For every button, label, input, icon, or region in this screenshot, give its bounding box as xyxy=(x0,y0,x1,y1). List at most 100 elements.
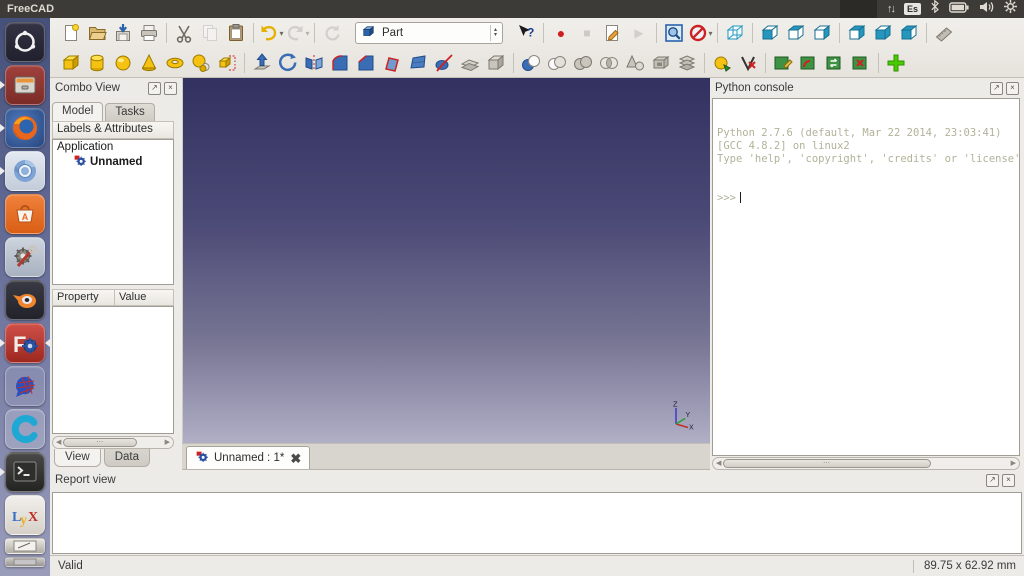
dropdown-caret-icon[interactable]: ▾ xyxy=(279,29,283,38)
3d-viewport[interactable]: ZYX xyxy=(182,78,710,443)
session-gear-icon[interactable] xyxy=(1004,0,1017,18)
workbench-selector[interactable]: Part▴▾ xyxy=(355,22,503,44)
keyboard-layout-indicator[interactable]: Es xyxy=(904,3,921,15)
part-offset-button[interactable] xyxy=(457,50,483,76)
measure-refresh-button[interactable] xyxy=(822,50,848,76)
lyx-icon[interactable]: LyX xyxy=(5,495,45,535)
panel-close-icon[interactable]: × xyxy=(1006,82,1019,95)
part-loft-button[interactable] xyxy=(405,50,431,76)
launcher-item-ubuntu-software-center[interactable]: A xyxy=(0,194,50,234)
part-common-button[interactable] xyxy=(596,50,622,76)
measure-linear-button[interactable] xyxy=(770,50,796,76)
scroll-left-icon[interactable]: ◀ xyxy=(56,438,61,448)
part-union-button[interactable] xyxy=(570,50,596,76)
part-torus-button[interactable] xyxy=(162,50,188,76)
part-compound-button[interactable] xyxy=(622,50,648,76)
measure-distance-button[interactable] xyxy=(931,20,957,46)
launcher-item-terminal[interactable] xyxy=(0,452,50,492)
launcher-item-folded-app-bottom[interactable] xyxy=(0,557,50,567)
view-axonometric-button[interactable] xyxy=(722,20,748,46)
ubuntu-software-center-icon[interactable]: A xyxy=(5,194,45,234)
launcher-item-meshlab[interactable] xyxy=(0,366,50,406)
panel-close-icon[interactable]: × xyxy=(1002,474,1015,487)
report-view-output[interactable] xyxy=(52,492,1022,554)
part-box-button[interactable] xyxy=(58,50,84,76)
paste-button[interactable] xyxy=(223,20,249,46)
folded-app-bottom-icon[interactable] xyxy=(5,557,45,567)
launcher-item-file-manager[interactable] xyxy=(0,65,50,105)
panel-float-icon[interactable]: ↗ xyxy=(986,474,999,487)
launcher-item-lyx[interactable]: LyX xyxy=(0,495,50,535)
part-revolve-button[interactable] xyxy=(275,50,301,76)
tab-view[interactable]: View xyxy=(54,449,101,467)
part-mirror-button[interactable] xyxy=(301,50,327,76)
view-front-button[interactable] xyxy=(757,20,783,46)
launcher-item-folded-app-top[interactable] xyxy=(0,538,50,554)
tab-data[interactable]: Data xyxy=(104,449,150,467)
view-rear-button[interactable] xyxy=(844,20,870,46)
tab-tasks[interactable]: Tasks xyxy=(105,103,154,121)
part-sphere-button[interactable] xyxy=(110,50,136,76)
tab-model[interactable]: Model xyxy=(52,102,103,121)
tree-item-application[interactable]: Application xyxy=(53,140,173,153)
python-console-output[interactable]: Python 2.7.6 (default, Mar 22 2014, 23:0… xyxy=(712,98,1020,456)
scroll-right-icon[interactable]: ▶ xyxy=(1011,459,1016,469)
spinner-arrows-icon[interactable]: ▴▾ xyxy=(490,25,500,41)
terminal-icon[interactable] xyxy=(5,452,45,492)
part-check-geometry-button[interactable] xyxy=(735,50,761,76)
tab-close-icon[interactable]: ✖ xyxy=(290,452,301,465)
part-slice-button[interactable] xyxy=(674,50,700,76)
part-primitives-button[interactable] xyxy=(188,50,214,76)
document-tab[interactable]: Unnamed : 1* ✖ xyxy=(186,446,310,469)
property-table-hscrollbar[interactable]: ◀ ⋯ ▶ xyxy=(52,436,174,449)
battery-icon[interactable] xyxy=(949,0,969,18)
column-value[interactable]: Value xyxy=(114,289,174,306)
measure-toggle-all-button[interactable] xyxy=(883,50,909,76)
launcher-item-freecad[interactable]: F xyxy=(0,323,50,363)
ubuntu-dash-icon[interactable] xyxy=(5,22,45,62)
part-boolean-button[interactable] xyxy=(518,50,544,76)
macro-edit-button[interactable] xyxy=(600,20,626,46)
bluetooth-icon[interactable] xyxy=(931,0,939,18)
dropdown-caret-icon[interactable]: ▾ xyxy=(305,29,309,38)
volume-icon[interactable] xyxy=(979,0,994,18)
arrows-updown-icon[interactable]: ↑↓ xyxy=(887,3,894,15)
new-document-button[interactable] xyxy=(58,20,84,46)
undo-button[interactable]: ▾ xyxy=(258,20,284,46)
folded-app-top-icon[interactable] xyxy=(5,538,45,554)
scroll-right-icon[interactable]: ▶ xyxy=(165,438,170,448)
dropdown-caret-icon[interactable]: ▾ xyxy=(708,29,712,38)
view-left-button[interactable] xyxy=(896,20,922,46)
firefox-icon[interactable] xyxy=(5,108,45,148)
meshlab-icon[interactable] xyxy=(5,366,45,406)
measure-clear-all-button[interactable] xyxy=(848,50,874,76)
view-bottom-button[interactable] xyxy=(870,20,896,46)
file-manager-icon[interactable] xyxy=(5,65,45,105)
tree-item-document[interactable]: Unnamed xyxy=(53,153,173,170)
launcher-item-c-application[interactable] xyxy=(0,409,50,449)
column-property[interactable]: Property xyxy=(52,289,114,306)
panel-float-icon[interactable]: ↗ xyxy=(148,82,161,95)
measure-angular-button[interactable] xyxy=(796,50,822,76)
draw-style-button[interactable]: ▾ xyxy=(687,20,713,46)
part-refine-shape-button[interactable] xyxy=(709,50,735,76)
part-cone-button[interactable] xyxy=(136,50,162,76)
part-ruled-surface-button[interactable] xyxy=(379,50,405,76)
python-console-hscrollbar[interactable]: ◀ ⋯ ▶ xyxy=(712,457,1020,470)
macro-record-button[interactable]: ● xyxy=(548,20,574,46)
part-join-connect-button[interactable] xyxy=(648,50,674,76)
view-top-button[interactable] xyxy=(783,20,809,46)
open-folder-button[interactable] xyxy=(84,20,110,46)
part-cut-button[interactable] xyxy=(544,50,570,76)
part-shapebuilder-button[interactable] xyxy=(214,50,240,76)
c-application-icon[interactable] xyxy=(5,409,45,449)
panel-float-icon[interactable]: ↗ xyxy=(990,82,1003,95)
whats-this-button[interactable]: ? xyxy=(513,20,539,46)
launcher-item-ubuntu-dash[interactable] xyxy=(0,22,50,62)
view-right-button[interactable] xyxy=(809,20,835,46)
scroll-left-icon[interactable]: ◀ xyxy=(716,459,721,469)
launcher-item-blender[interactable] xyxy=(0,280,50,320)
view-fit-all-button[interactable] xyxy=(661,20,687,46)
part-thickness-button[interactable] xyxy=(483,50,509,76)
part-sweep-button[interactable] xyxy=(431,50,457,76)
